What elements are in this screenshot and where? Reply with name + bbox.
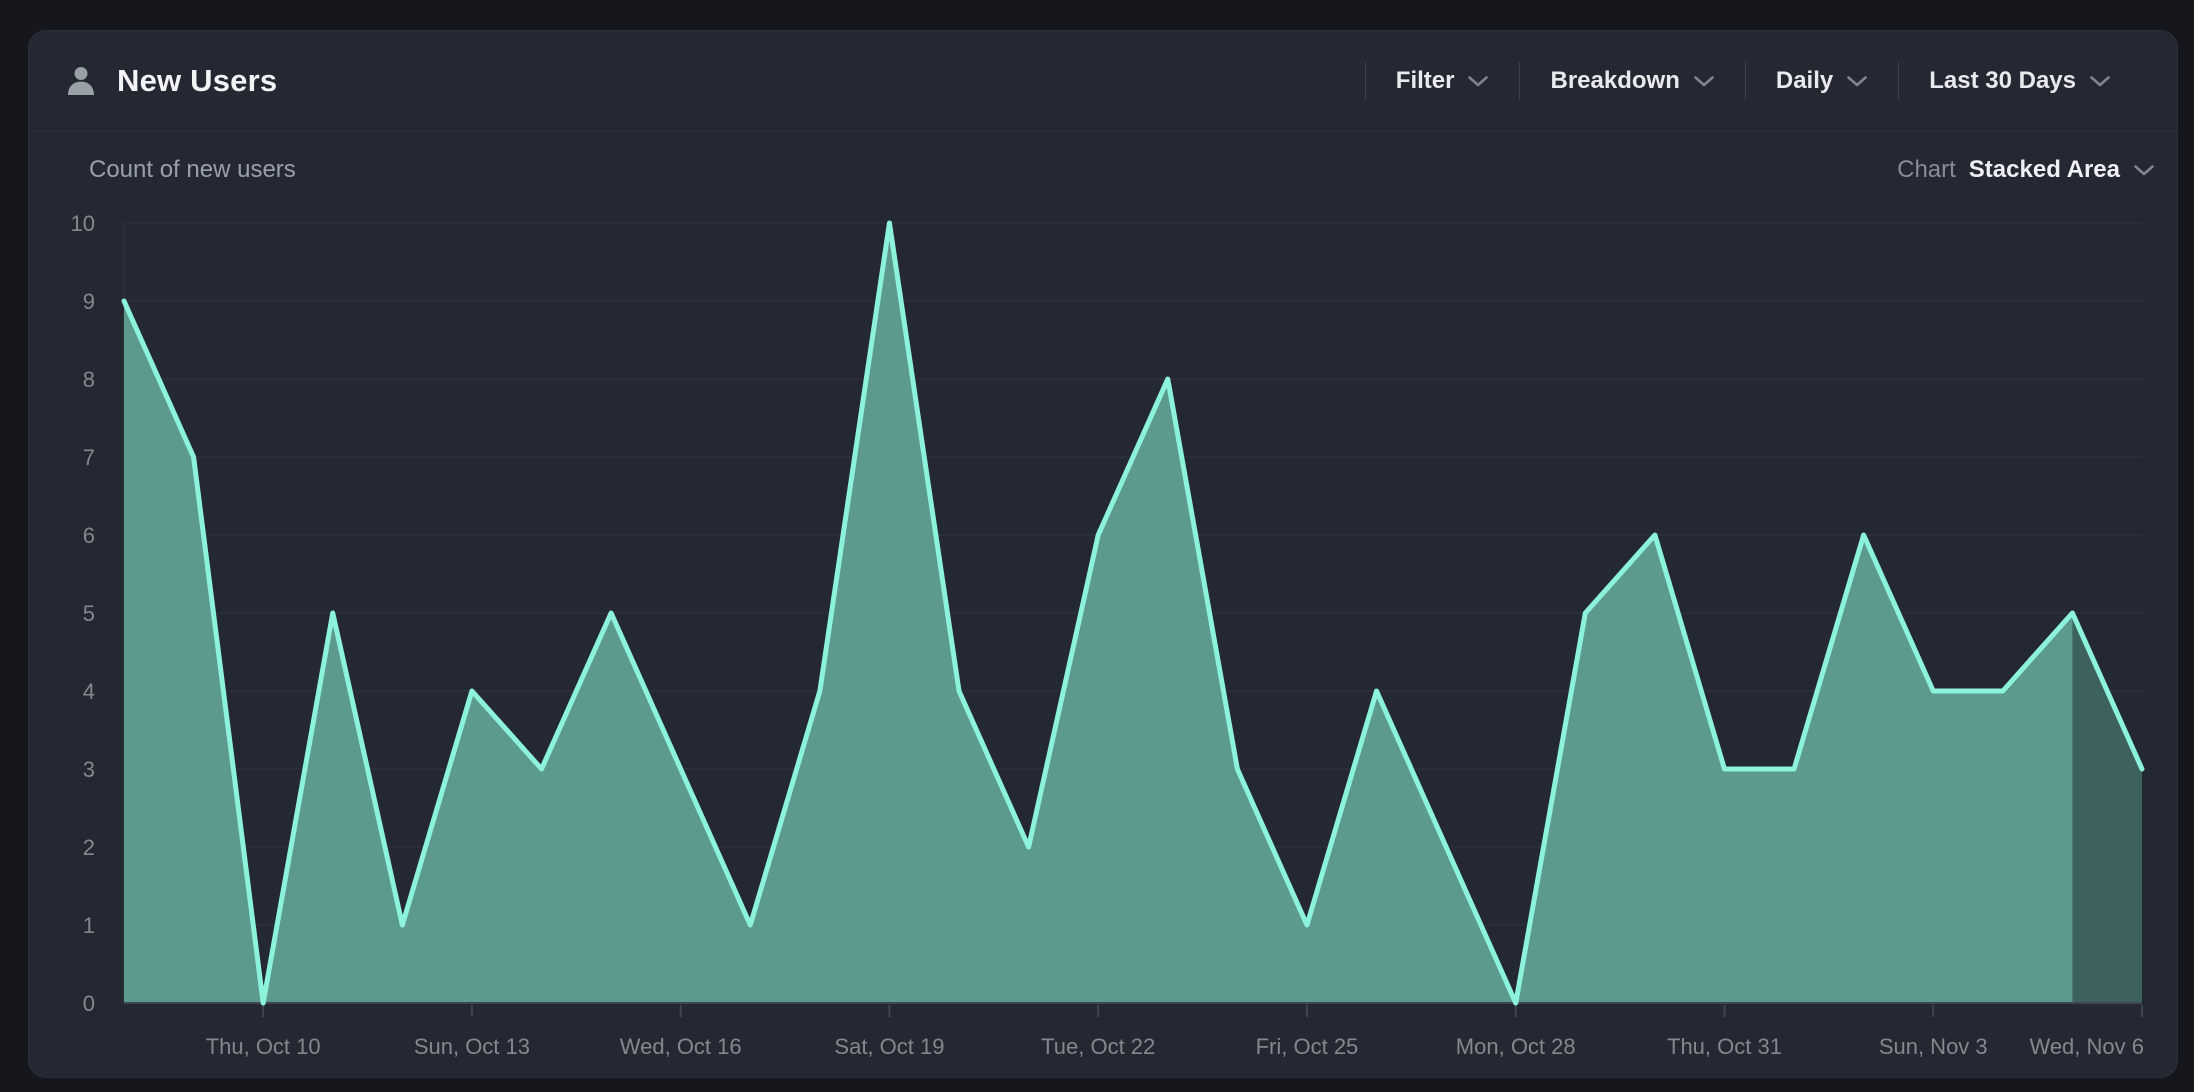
- widget-controls: Filter Breakdown Daily Las: [1365, 31, 2141, 131]
- y-axis-label: 4: [83, 679, 95, 704]
- area-chart[interactable]: 0 1 2 3 4 5 6 7 8 9 10 Thu, Oct 10 Sun, Oct 13 Wed, O…: [29, 132, 2178, 1078]
- y-axis-label: 9: [83, 289, 95, 314]
- granularity-dropdown[interactable]: Daily: [1746, 31, 1898, 131]
- breakdown-dropdown[interactable]: Breakdown: [1520, 31, 1744, 131]
- breakdown-dropdown-label: Breakdown: [1550, 67, 1679, 95]
- x-axis-label: Wed, Oct 16: [620, 1034, 742, 1059]
- x-axis-label: Tue, Oct 22: [1041, 1034, 1155, 1059]
- incomplete-period-overlay: [2072, 613, 2142, 1003]
- page-title: New Users: [117, 63, 277, 99]
- y-axis-label: 6: [83, 523, 95, 548]
- filter-dropdown-label: Filter: [1396, 67, 1455, 95]
- chevron-down-icon: [1693, 75, 1715, 88]
- y-axis-label: 1: [83, 913, 95, 938]
- widget-header: New Users Filter Breakdown Daily: [29, 31, 2177, 132]
- chevron-down-icon: [1846, 75, 1868, 88]
- chevron-down-icon: [1467, 75, 1489, 88]
- x-axis-label: Thu, Oct 10: [206, 1034, 321, 1059]
- date-range-dropdown[interactable]: Last 30 Days: [1899, 31, 2141, 131]
- y-axis-label: 7: [83, 445, 95, 470]
- y-axis-label: 2: [83, 835, 95, 860]
- user-icon: [63, 63, 99, 99]
- x-axis-label: Wed, Nov 6: [2029, 1034, 2144, 1059]
- x-axis-label: Thu, Oct 31: [1667, 1034, 1782, 1059]
- granularity-dropdown-label: Daily: [1776, 67, 1833, 95]
- x-axis-label: Sat, Oct 19: [834, 1034, 944, 1059]
- y-axis-label: 0: [83, 991, 95, 1016]
- x-axis-label: Sun, Nov 3: [1879, 1034, 1988, 1059]
- chevron-down-icon: [2089, 75, 2111, 88]
- x-axis-label: Mon, Oct 28: [1456, 1034, 1576, 1059]
- y-axis-label: 10: [71, 211, 95, 236]
- y-axis-label: 3: [83, 757, 95, 782]
- x-axis-label: Fri, Oct 25: [1256, 1034, 1359, 1059]
- date-range-dropdown-label: Last 30 Days: [1929, 67, 2076, 95]
- new-users-widget: New Users Filter Breakdown Daily: [28, 30, 2178, 1078]
- y-axis-label: 8: [83, 367, 95, 392]
- widget-title-group: New Users: [63, 63, 277, 99]
- x-axis-label: Sun, Oct 13: [414, 1034, 530, 1059]
- filter-dropdown[interactable]: Filter: [1366, 31, 1520, 131]
- y-axis-label: 5: [83, 601, 95, 626]
- chart-section: Count of new users Chart Stacked Area 01…: [29, 132, 2177, 1077]
